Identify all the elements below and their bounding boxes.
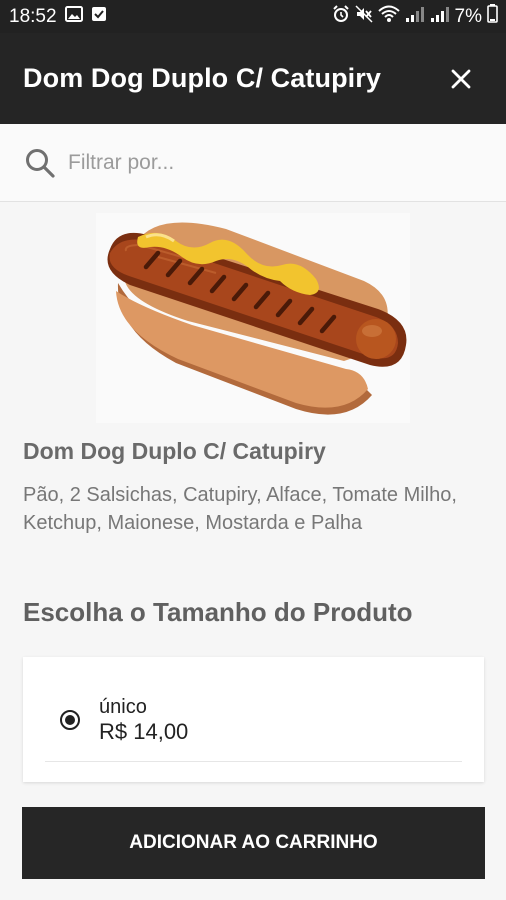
product-name: Dom Dog Duplo C/ Catupiry — [23, 438, 326, 464]
page-title: Dom Dog Duplo C/ Catupiry — [23, 63, 381, 93]
checkbox-notification-icon — [91, 6, 107, 28]
app-bar: Dom Dog Duplo C/ Catupiry — [0, 33, 506, 124]
size-option-text: único R$ 14,00 — [99, 695, 188, 745]
search-icon — [26, 148, 55, 178]
status-bar-right: 7% — [332, 4, 498, 29]
clock: 18:52 — [9, 5, 57, 27]
signal-icon — [405, 5, 425, 29]
close-icon — [451, 69, 471, 88]
product-image — [96, 213, 410, 423]
gallery-icon — [64, 5, 83, 28]
status-bar-left: 18:52 — [9, 5, 107, 28]
status-bar: 18:52 7% — [0, 0, 506, 33]
close-button[interactable] — [446, 64, 476, 94]
size-option-unico[interactable]: único R$ 14,00 — [60, 695, 188, 745]
size-option-price: R$ 14,00 — [99, 719, 189, 744]
hot-dog-illustration — [107, 222, 407, 415]
size-options-card: único R$ 14,00 — [23, 657, 484, 782]
divider — [45, 761, 462, 762]
alarm-icon — [332, 4, 350, 29]
battery-percentage: 7% — [454, 5, 482, 27]
product-description: Pão, 2 Salsichas, Catupiry, Alface, Toma… — [23, 484, 457, 534]
search-input[interactable] — [66, 149, 470, 176]
size-option-name: único — [99, 696, 147, 718]
size-section-title: Escolha o Tamanho do Produto — [23, 597, 413, 627]
radio-selected-icon[interactable] — [60, 710, 80, 730]
wifi-icon — [377, 5, 400, 29]
signal-icon — [430, 5, 450, 29]
battery-icon — [487, 4, 498, 29]
add-to-cart-button[interactable]: ADICIONAR AO CARRINHO — [22, 807, 485, 879]
mute-icon — [355, 4, 373, 29]
search-bar — [0, 124, 506, 202]
